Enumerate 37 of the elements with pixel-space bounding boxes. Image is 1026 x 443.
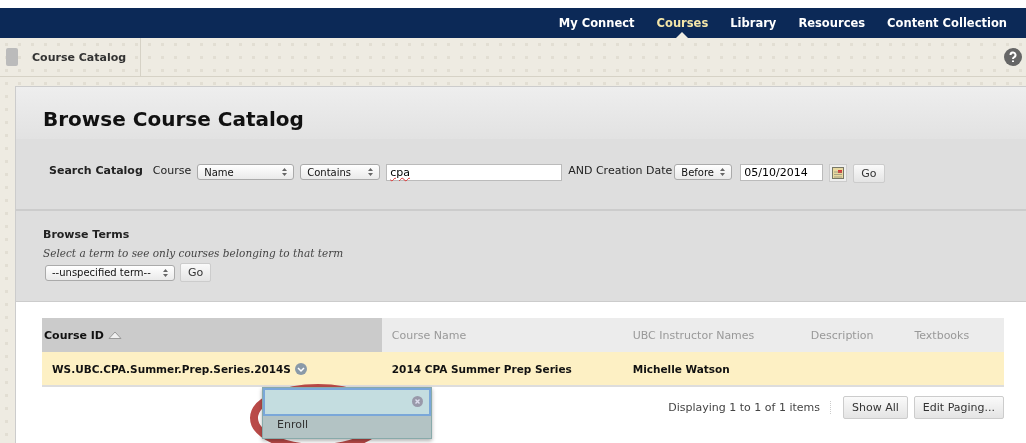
table-cell: Michelle Watson [632,362,730,375]
date-label: AND Creation Date [568,164,673,177]
nav-tab[interactable]: Resources [787,8,877,38]
table-cell: 2014 CPA Summer Prep Series [391,362,572,375]
hint-text: Select a term to see only courses belonging to that term [43,247,345,259]
section-heading: Browse Terms [43,228,131,241]
close-icon[interactable] [412,396,423,407]
chevron-icon[interactable] [294,362,307,375]
operator-select[interactable]: Contains [300,164,381,180]
field-select[interactable]: Name [197,164,295,180]
sort-icon [107,330,122,339]
course-label: Course [152,164,192,177]
date-operator-select[interactable]: Before [674,164,733,180]
paging-button[interactable]: Show All [843,396,908,419]
stepper-icon [163,268,168,277]
page-title: Browse Course Catalog [16,87,1026,139]
paging-button[interactable]: Edit Paging... [913,396,1004,419]
nav-tab[interactable]: Library [719,8,788,38]
table-cell: WS.UBC.CPA.Summer.Prep.Series.2014S [52,362,291,375]
breadcrumb[interactable]: Course Catalog [18,38,142,76]
stepper-icon [368,168,374,176]
column-header[interactable]: Course ID [42,318,382,352]
search-field[interactable]: cpa [386,164,563,181]
date-field[interactable]: 05/10/2014 [740,164,824,181]
nav-tab[interactable]: Courses [645,8,720,38]
stepper-icon [282,168,288,176]
search-label: Search Catalog [49,164,143,177]
nav-tab[interactable]: Content Collection [876,8,1018,38]
nav-tab[interactable]: My Connect [547,8,646,38]
go-button[interactable]: Go [853,164,885,183]
menu-item[interactable]: Enroll [263,416,323,433]
paging-text: Displaying 1 to 1 of 1 items [668,401,831,414]
go-button[interactable]: Go [180,263,212,282]
help-icon[interactable] [1004,48,1022,66]
stepper-icon [720,168,726,176]
calendar-icon[interactable] [829,164,848,182]
term-select[interactable]: --unspecified term-- [45,264,175,281]
